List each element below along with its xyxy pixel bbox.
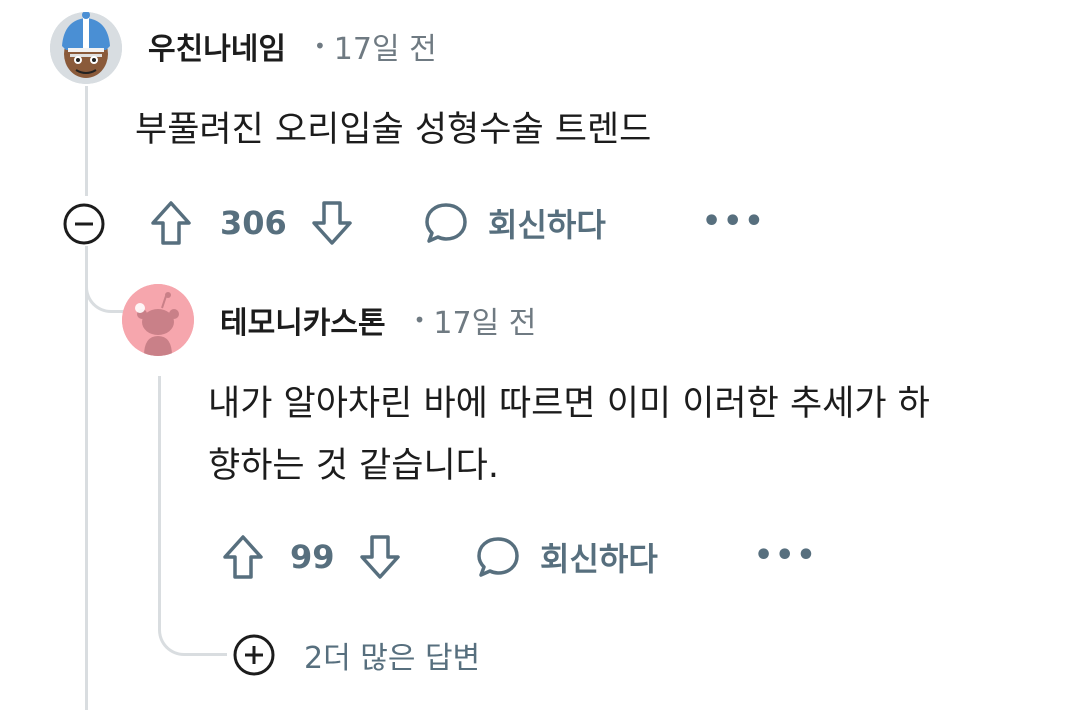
more-replies-label: 2더 많은 답변 [304, 641, 481, 676]
plus-circle-icon [233, 634, 275, 676]
timestamp: 17일 전 [333, 32, 437, 67]
thread-connector [85, 246, 124, 313]
avatar[interactable] [122, 284, 194, 356]
vote-bar: 306 [148, 198, 355, 248]
downvote-arrow-icon [312, 201, 352, 245]
comment-body-line-2: 향하는 것 같습니다. [208, 446, 499, 486]
downvote-arrow-icon [359, 535, 400, 579]
meta-dot: • [314, 34, 326, 58]
avatar[interactable] [50, 12, 122, 84]
score: 306 [220, 204, 287, 242]
thread-line-reply [158, 376, 161, 606]
downvote-button[interactable] [357, 532, 403, 582]
reply-label: 회신하다 [488, 206, 606, 244]
minus-circle-icon [63, 203, 105, 245]
speech-bubble-icon [425, 203, 467, 243]
comment-header: 우친나네임 • 17일 전 [148, 24, 437, 68]
more-replies-button[interactable]: 2더 많은 답변 [232, 632, 480, 678]
reply-label: 회신하다 [540, 540, 658, 578]
upvote-arrow-icon [223, 535, 263, 579]
meta-dot: • [413, 308, 426, 332]
more-options-button[interactable]: ••• [702, 204, 766, 239]
helmet-avatar-icon [50, 12, 122, 84]
username[interactable]: 우친나네임 [148, 24, 286, 68]
speech-bubble-icon [477, 537, 519, 577]
comment-header: 테모니카스톤 • 17일 전 [220, 298, 536, 342]
timestamp: 17일 전 [433, 306, 537, 341]
comment-body: 부풀려진 오리입술 성형수술 트렌드 [135, 110, 652, 150]
thread-line-main-lower [85, 246, 88, 710]
score: 99 [290, 538, 335, 576]
username[interactable]: 테모니카스톤 [220, 298, 386, 342]
upvote-button[interactable] [148, 198, 194, 248]
more-options-button[interactable]: ••• [754, 538, 818, 573]
downvote-button[interactable] [309, 198, 355, 248]
upvote-arrow-icon [151, 201, 191, 245]
collapse-button[interactable] [62, 202, 106, 246]
vote-bar: 99 [220, 532, 403, 582]
thread-connector-more [158, 600, 227, 656]
upvote-button[interactable] [220, 532, 266, 582]
reply-button[interactable]: 회신하다 [476, 532, 658, 582]
snoo-avatar-icon [122, 284, 194, 356]
thread-line-main [85, 86, 88, 196]
comment-body-line-1: 내가 알아차린 바에 따르면 이미 이러한 추세가 하 [208, 384, 930, 424]
reply-button[interactable]: 회신하다 [424, 198, 606, 248]
